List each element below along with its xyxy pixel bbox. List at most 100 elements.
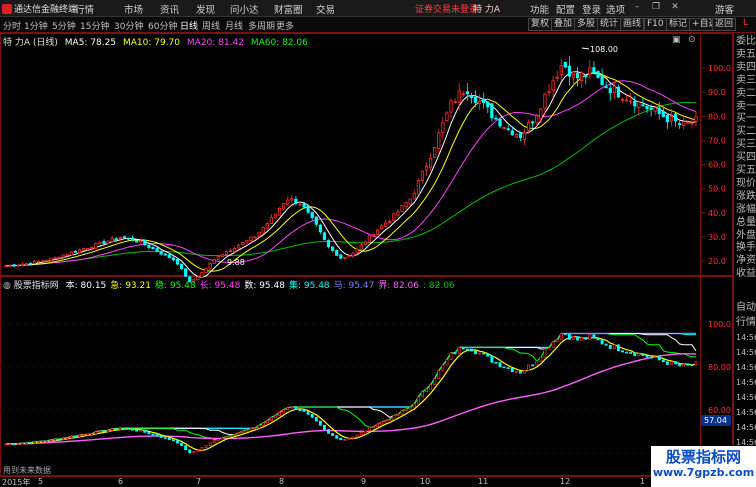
candle-body [28, 262, 33, 265]
period-tab-multi[interactable]: 多周期 [248, 19, 275, 32]
candle-body [547, 91, 551, 94]
indicator-settings-icon[interactable]: ◍ [3, 281, 11, 291]
indicator-candle [127, 428, 130, 430]
candle-body [510, 130, 514, 136]
indicator-candle [400, 410, 404, 415]
candle-body [175, 258, 180, 265]
candle-body [147, 245, 151, 248]
candle-body [514, 133, 518, 138]
period-tab-5min[interactable]: 5分钟 [52, 19, 76, 32]
candle-body [486, 101, 490, 108]
close-icon[interactable]: ✕ [670, 2, 680, 12]
candle-body [653, 107, 657, 112]
menu-item-discover[interactable]: 发现 [196, 2, 215, 16]
indicator-candle [200, 447, 204, 451]
tool-overlay-button[interactable]: 叠加 [551, 18, 576, 31]
indicator-value-4: 数: 95.48 [244, 281, 285, 291]
candle-body [228, 250, 233, 253]
candle-body [90, 247, 94, 249]
period-tab-weekly[interactable]: 周线 [202, 19, 220, 32]
indicator-value-6: 马: 95.47 [333, 281, 375, 291]
indicator-candle [29, 442, 32, 445]
candle-body [498, 118, 502, 127]
indicator-candle [527, 364, 531, 371]
period-tab-30min[interactable]: 30分钟 [114, 19, 143, 32]
kline-chart-svg[interactable]: 100.090.080.070.060.050.040.030.020.0108… [0, 33, 733, 487]
chart-close-icon[interactable]: ⊙ [688, 35, 696, 45]
menu-item-options[interactable]: 选项 [606, 2, 625, 16]
indicator-candle [327, 429, 330, 434]
menu-item-quotes[interactable]: 行情 [75, 2, 94, 16]
indicator-candle [343, 439, 347, 441]
indicator-candle [482, 352, 486, 355]
candle-body [527, 122, 531, 131]
indicator-candle [567, 333, 571, 340]
indicator-candle [298, 409, 302, 411]
tool-mark-button[interactable]: 标记 [666, 18, 691, 31]
period-tab-intraday[interactable]: 分时 [3, 19, 21, 32]
indicator-candle [649, 356, 653, 359]
indicator-candle [4, 443, 8, 446]
candle-body [420, 170, 425, 181]
candle-body [608, 87, 612, 94]
minimize-icon[interactable]: – [632, 2, 642, 12]
chart-area[interactable]: 100.0 90.0 80.0 70.0 60.0 50.0 40.0 30.0 20.0 108… [0, 33, 733, 487]
candle-body [686, 121, 690, 124]
tool-back-button[interactable]: 返回 [712, 18, 737, 31]
indicator-candle [114, 428, 118, 431]
candle-body [518, 133, 523, 138]
indicator-candle [241, 430, 245, 434]
trade-login-alert[interactable]: 证券交易未登录 [415, 2, 478, 15]
candle-body [143, 239, 147, 246]
tool-multistock-button[interactable]: 多股 [574, 18, 599, 31]
restore-icon[interactable]: ❐ [651, 2, 661, 12]
menu-item-wealth[interactable]: 财富圈 [274, 2, 303, 16]
menu-item-config[interactable]: 配置 [556, 2, 575, 16]
menu-item-market[interactable]: 市场 [124, 2, 143, 16]
tool-adjust-button[interactable]: 复权 [528, 18, 553, 31]
candle-body [257, 231, 261, 237]
indicator-tick-label: 60.00 [708, 406, 731, 415]
indicator-candle [131, 428, 135, 431]
candle-body [482, 98, 486, 103]
period-tab-daily[interactable]: 日线 [180, 19, 198, 32]
tool-f10-button[interactable]: F10 [644, 18, 667, 31]
candle-body [649, 107, 653, 110]
indicator-candle [457, 347, 461, 354]
candle-body [110, 237, 114, 243]
menu-item-function[interactable]: 功能 [530, 2, 549, 16]
price-tick-label: 50.0 [708, 185, 726, 194]
period-tab-15min[interactable]: 15分钟 [80, 19, 109, 32]
period-tab-monthly[interactable]: 月线 [225, 19, 243, 32]
period-tab-1min[interactable]: 1分钟 [24, 19, 48, 32]
period-tab-60min[interactable]: 60分钟 [148, 19, 177, 32]
menu-item-trade[interactable]: 交易 [316, 2, 335, 16]
indicator-candle [212, 440, 216, 444]
candle-body [478, 100, 482, 105]
date-label: 11 [478, 477, 489, 486]
ma20-value: MA20: 81.42 [186, 38, 244, 48]
chart-settings-icon[interactable]: ▣ [672, 35, 681, 45]
menu-item-login[interactable]: 登录 [582, 2, 601, 16]
indicator-candle [69, 436, 73, 439]
candle-body [543, 93, 547, 109]
candle-body [551, 80, 555, 91]
indicator-header: ◍ 股票指标网 本: 80.15 急: 93.21 稳: 95.48 长: 95.48… [3, 278, 455, 291]
tool-stats-button[interactable]: 统计 [597, 18, 622, 31]
indicator-candle [20, 442, 24, 445]
candle-body [555, 76, 559, 79]
menu-item-ask[interactable]: 问小达 [230, 2, 259, 16]
indicator-candle [506, 367, 510, 369]
price-tick-label: 60.0 [708, 161, 726, 170]
period-tab-more[interactable]: 更多 [276, 19, 294, 32]
indicator-candle [155, 434, 159, 437]
tool-draw-button[interactable]: 画线 [620, 18, 645, 31]
guest-user[interactable]: 游客 [715, 2, 734, 16]
indicator-candle [625, 351, 629, 354]
candle-body [326, 240, 331, 247]
indicator-candle [563, 333, 567, 335]
indicator-candle [653, 356, 657, 359]
indicator-candle [225, 435, 228, 439]
menu-item-news[interactable]: 资讯 [160, 2, 179, 16]
indicator-candle [474, 350, 477, 355]
